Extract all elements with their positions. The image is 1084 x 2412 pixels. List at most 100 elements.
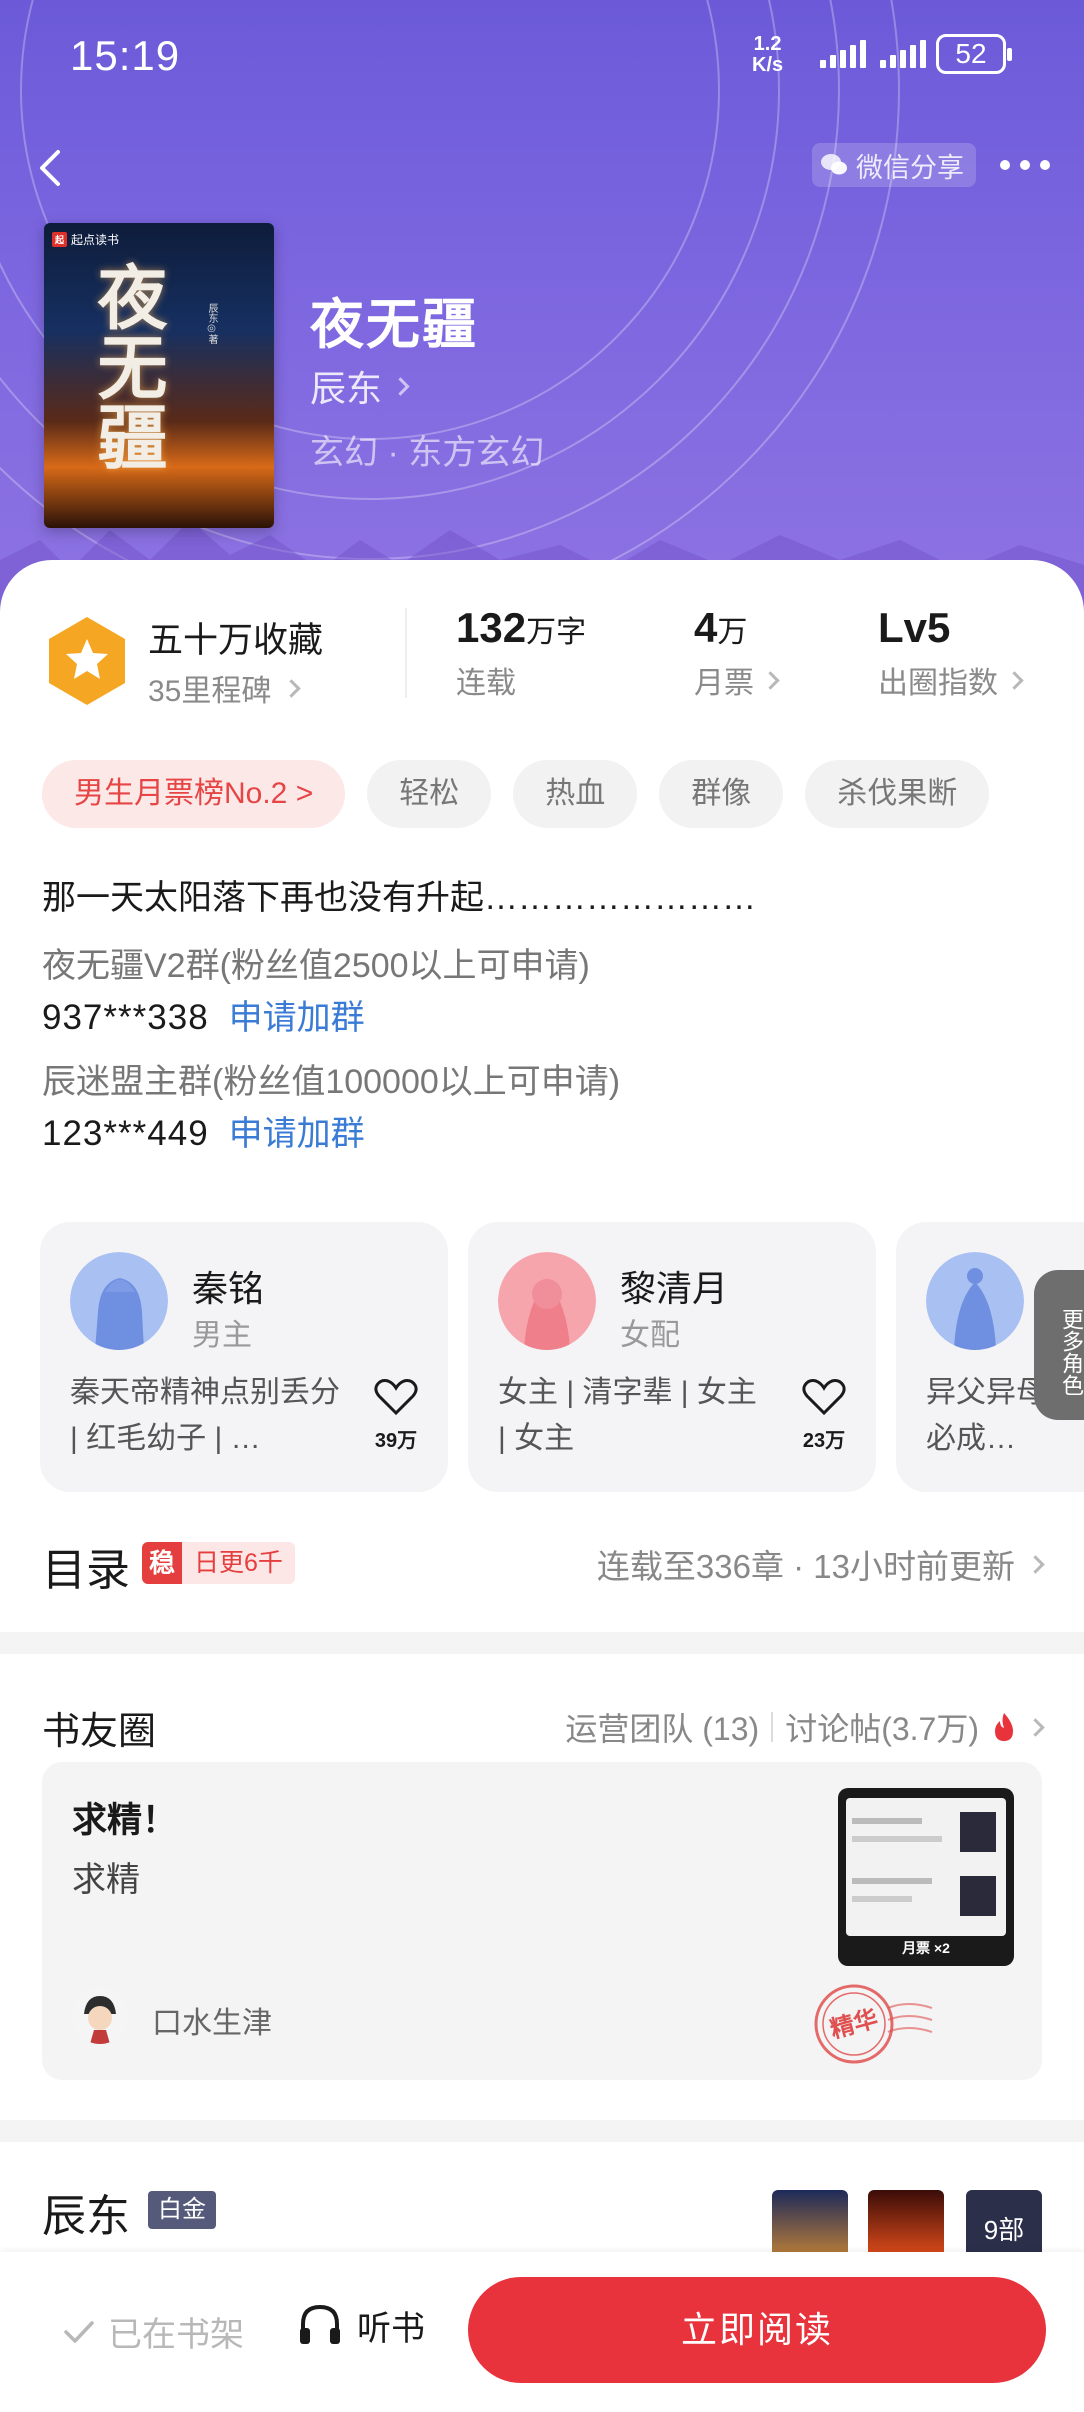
cover-publisher: 起起点读书 [52,231,119,248]
word-count-stat: 132万字 连载 [456,604,587,700]
chevron-right-icon [391,376,410,396]
divider [405,608,407,698]
status-time: 15:19 [70,32,181,79]
character-desc: 秦天帝精神点别丢分 | 红毛幼子 | … [70,1376,340,1455]
status-bar: 15:19 1.2 K/s 52 [0,0,1084,110]
avatar [498,1252,596,1350]
bookshelf-status: 已在书架 [62,2307,244,2356]
ops-team-count: 运营团队 (13) [565,1711,760,1747]
milestone-label: 35里程碑 [148,675,272,708]
character-carousel[interactable]: 秦铭 男主 秦天帝精神点别丢分 | 红毛幼子 | … 39万 黎清月 女配 女主… [0,1222,1084,1492]
author-books-count[interactable]: 9部 [966,2190,1042,2254]
share-label: 微信分享 [856,152,964,183]
post-image[interactable]: 月票 ×2 [838,1788,1014,1966]
shelf-label: 已在书架 [108,2316,244,2354]
heart-icon [802,1379,846,1416]
essence-stamp-icon: 精华 [814,1984,933,2064]
chevron-left-icon [40,150,60,186]
more-dots-icon [1000,160,1010,170]
author-section-name[interactable]: 辰东 [42,2180,130,2244]
avatar [70,1252,168,1350]
book-genre: 玄幻 · 东方玄幻 [310,434,545,472]
heart-icon [374,1379,418,1416]
tag-item[interactable]: 杀伐果断 [805,760,990,828]
tag-list: 男生月票榜No.2 > 轻松 热血 群像 杀伐果断 [42,760,990,828]
character-card[interactable]: 秦铭 男主 秦天帝精神点别丢分 | 红毛幼子 | … 39万 [40,1222,448,1492]
book-cover[interactable]: 起起点读书 夜无疆 辰东◎著 [44,223,274,528]
chevron-right-icon [1026,1717,1045,1737]
milestone-link[interactable]: 35里程碑 [148,666,302,710]
network-speed: 1.2 K/s [752,34,783,76]
check-icon [64,2320,94,2343]
toc-link[interactable]: 连载至336章 · 13小时前更新 [596,1540,1045,1588]
like-button[interactable]: 23万 [796,1377,852,1453]
author-book-cover[interactable] [868,2190,944,2254]
section-divider [0,1632,1084,1654]
post-content: 求精 [72,1861,140,1899]
like-button[interactable]: 39万 [368,1377,424,1453]
post-image-caption: 月票 ×2 [902,1940,950,1956]
toc-title[interactable]: 目录 [42,1534,130,1598]
speed-unit: K/s [752,54,784,76]
author-name: 辰东 [310,368,383,409]
daily-update-badge: 日更6千 [182,1542,295,1584]
monthly-ticket-stat[interactable]: 4万 月票 [694,604,780,702]
group-number: 937***338 [42,998,209,1037]
avatar [72,1988,128,2044]
chevron-right-icon [1026,1554,1045,1574]
chevron-right-icon [761,670,780,690]
group-number-row: 937***338 申请加群 [42,990,365,1039]
group-name: 夜无疆V2群(粉丝值2500以上可申请) [42,947,590,985]
listen-button[interactable]: 听书 [295,2300,425,2350]
character-name: 黎清月 [620,1268,729,1309]
star-badge-icon [49,617,125,705]
fire-icon [995,1713,1013,1741]
like-count: 23万 [802,1430,846,1452]
chevron-right-icon [1005,670,1024,690]
featured-post[interactable]: 求精！ 求精 口水生津 月票 ×2 精华 [42,1762,1042,2080]
battery-icon: 52 [936,34,1012,74]
stable-badge: 稳 [142,1542,182,1584]
ranking-tag[interactable]: 男生月票榜No.2 > [42,760,346,828]
more-characters-button[interactable]: 更多角色 [1034,1270,1084,1420]
tag-item[interactable]: 热血 [513,760,638,828]
signal-icon [880,40,926,68]
post-title: 求精！ [72,1801,178,1840]
favorites-count: 五十万收藏 [148,621,324,660]
section-divider [0,2120,1084,2142]
speed-value: 1.2 [753,33,782,55]
headphones-icon [300,2304,340,2344]
chevron-right-icon [282,678,302,698]
wechat-share-button[interactable]: 微信分享 [812,143,976,187]
book-circle-info[interactable]: 运营团队 (13) 讨论帖(3.7万) [565,1704,1045,1750]
character-name: 秦铭 [192,1268,265,1309]
more-button[interactable] [1000,150,1060,180]
tag-item[interactable]: 群像 [659,760,784,828]
divider [771,1712,774,1742]
character-desc: 女主 | 清字辈 | 女主 | 女主 [498,1376,757,1455]
group-number-row: 123***449 申请加群 [42,1106,365,1155]
listen-label: 听书 [357,2309,425,2348]
join-group-link[interactable]: 申请加群 [229,999,365,1037]
book-author-link[interactable]: 辰东 [310,360,410,412]
character-role: 女配 [620,1319,680,1352]
read-now-button[interactable]: 立即阅读 [468,2277,1046,2383]
update-badge: 稳 日更6千 [142,1542,295,1584]
group-number: 123***449 [42,1114,209,1153]
cover-byline: 辰东◎著 [206,303,217,344]
book-title: 夜无疆 [310,295,478,355]
character-role: 男主 [192,1319,252,1352]
tag-item[interactable]: 轻松 [367,760,492,828]
join-group-link[interactable]: 申请加群 [229,1115,365,1153]
author-book-cover[interactable] [772,2190,848,2254]
character-card[interactable]: 黎清月 女配 女主 | 清字辈 | 女主 | 女主 23万 [468,1222,876,1492]
post-username: 口水生津 [152,2007,272,2040]
wechat-icon [821,154,847,175]
book-circle-title[interactable]: 书友圈 [42,1700,156,1755]
book-intro[interactable]: 那一天太阳落下再也没有升起…………………… [42,870,756,919]
back-button[interactable] [22,138,82,198]
like-count: 39万 [374,1430,418,1452]
avatar [926,1252,1024,1350]
influence-index-stat[interactable]: Lv5 出圈指数 [878,604,1024,702]
toc-info: 连载至336章 · 13小时前更新 [596,1548,1015,1585]
